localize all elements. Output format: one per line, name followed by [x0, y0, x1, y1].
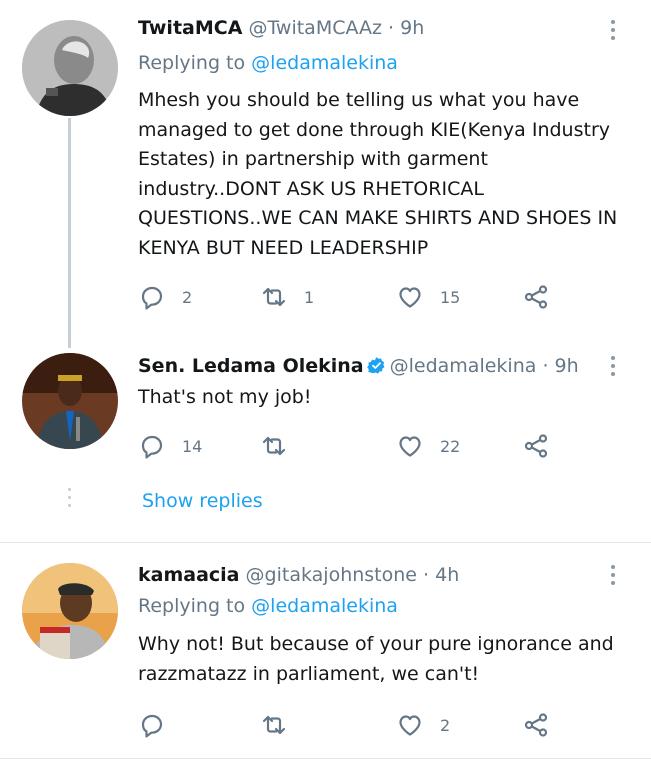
divider [0, 758, 651, 759]
retweet-button[interactable] [260, 431, 304, 461]
user-handle[interactable]: @ledamalekina [390, 355, 537, 377]
share-button[interactable] [522, 431, 550, 461]
reply-count: 2 [182, 287, 193, 307]
timestamp[interactable]: · 9h [388, 17, 424, 39]
heart-icon [399, 436, 421, 457]
heart-icon [399, 287, 421, 308]
share-icon [524, 434, 548, 458]
retweet-icon [262, 287, 286, 307]
like-count: 15 [440, 287, 461, 307]
replying-to-label: Replying to [138, 52, 246, 74]
like-button[interactable]: 22 [396, 431, 460, 461]
show-replies-link[interactable]: Show replies [142, 490, 263, 512]
reply-icon [141, 714, 163, 738]
like-count: 2 [440, 715, 451, 735]
mention-link[interactable]: @ledamalekina [251, 52, 398, 74]
like-count: 22 [440, 436, 461, 456]
heart-icon [399, 715, 421, 736]
avatar[interactable] [22, 20, 118, 116]
display-name[interactable]: Sen. Ledama Olekina [138, 355, 364, 377]
display-name[interactable]: kamaacia [138, 564, 240, 586]
like-button[interactable]: 15 [396, 282, 460, 312]
retweet-button[interactable] [260, 710, 304, 740]
more-options-icon[interactable] [611, 20, 615, 44]
timestamp[interactable]: · 9h [542, 355, 578, 377]
share-icon [524, 285, 548, 309]
avatar[interactable] [22, 353, 118, 449]
thread-continuation [68, 488, 71, 512]
tweet-header: Sen. Ledama Olekina @ledamalekina · 9h [138, 355, 579, 377]
timestamp[interactable]: · 4h [423, 564, 459, 586]
share-icon [524, 713, 548, 737]
like-button[interactable]: 2 [396, 710, 450, 740]
thread-line [68, 118, 71, 348]
reply-button[interactable] [138, 710, 182, 740]
tweet-text: Mhesh you should be telling us what you … [138, 89, 618, 259]
avatar[interactable] [22, 563, 118, 659]
share-button[interactable] [522, 710, 550, 740]
more-options-icon[interactable] [611, 565, 615, 589]
tweet-text: Why not! But because of your pure ignora… [138, 633, 614, 685]
reply-button[interactable]: 14 [138, 431, 202, 461]
more-options-icon[interactable] [611, 356, 615, 380]
user-handle[interactable]: @TwitaMCAAz [248, 17, 382, 39]
mention-link[interactable]: @ledamalekina [251, 595, 398, 617]
reply-icon [141, 435, 163, 459]
verified-badge-icon [366, 357, 385, 374]
tweet[interactable]: TwitaMCA @TwitaMCAAz · 9h Replying to @l… [0, 0, 651, 348]
display-name[interactable]: TwitaMCA [138, 17, 242, 39]
replying-to-label: Replying to [138, 595, 246, 617]
retweet-count: 1 [304, 287, 315, 307]
reply-button[interactable]: 2 [138, 282, 192, 312]
tweet[interactable]: Sen. Ledama Olekina @ledamalekina · 9h T… [0, 340, 651, 540]
tweet-header: kamaacia @gitakajohnstone · 4h [138, 564, 459, 586]
tweet[interactable]: kamaacia @gitakajohnstone · 4h Replying … [0, 543, 651, 762]
user-handle[interactable]: @gitakajohnstone [246, 564, 417, 586]
reply-count: 14 [182, 436, 203, 456]
retweet-icon [262, 715, 286, 735]
reply-icon [141, 286, 163, 310]
share-button[interactable] [522, 282, 550, 312]
replying-to: Replying to @ledamalekina [138, 595, 398, 617]
tweet-header: TwitaMCA @TwitaMCAAz · 9h [138, 17, 424, 39]
retweet-icon [262, 436, 286, 456]
replying-to: Replying to @ledamalekina [138, 52, 398, 74]
retweet-button[interactable]: 1 [260, 282, 314, 312]
tweet-text: That's not my job! [138, 386, 312, 408]
